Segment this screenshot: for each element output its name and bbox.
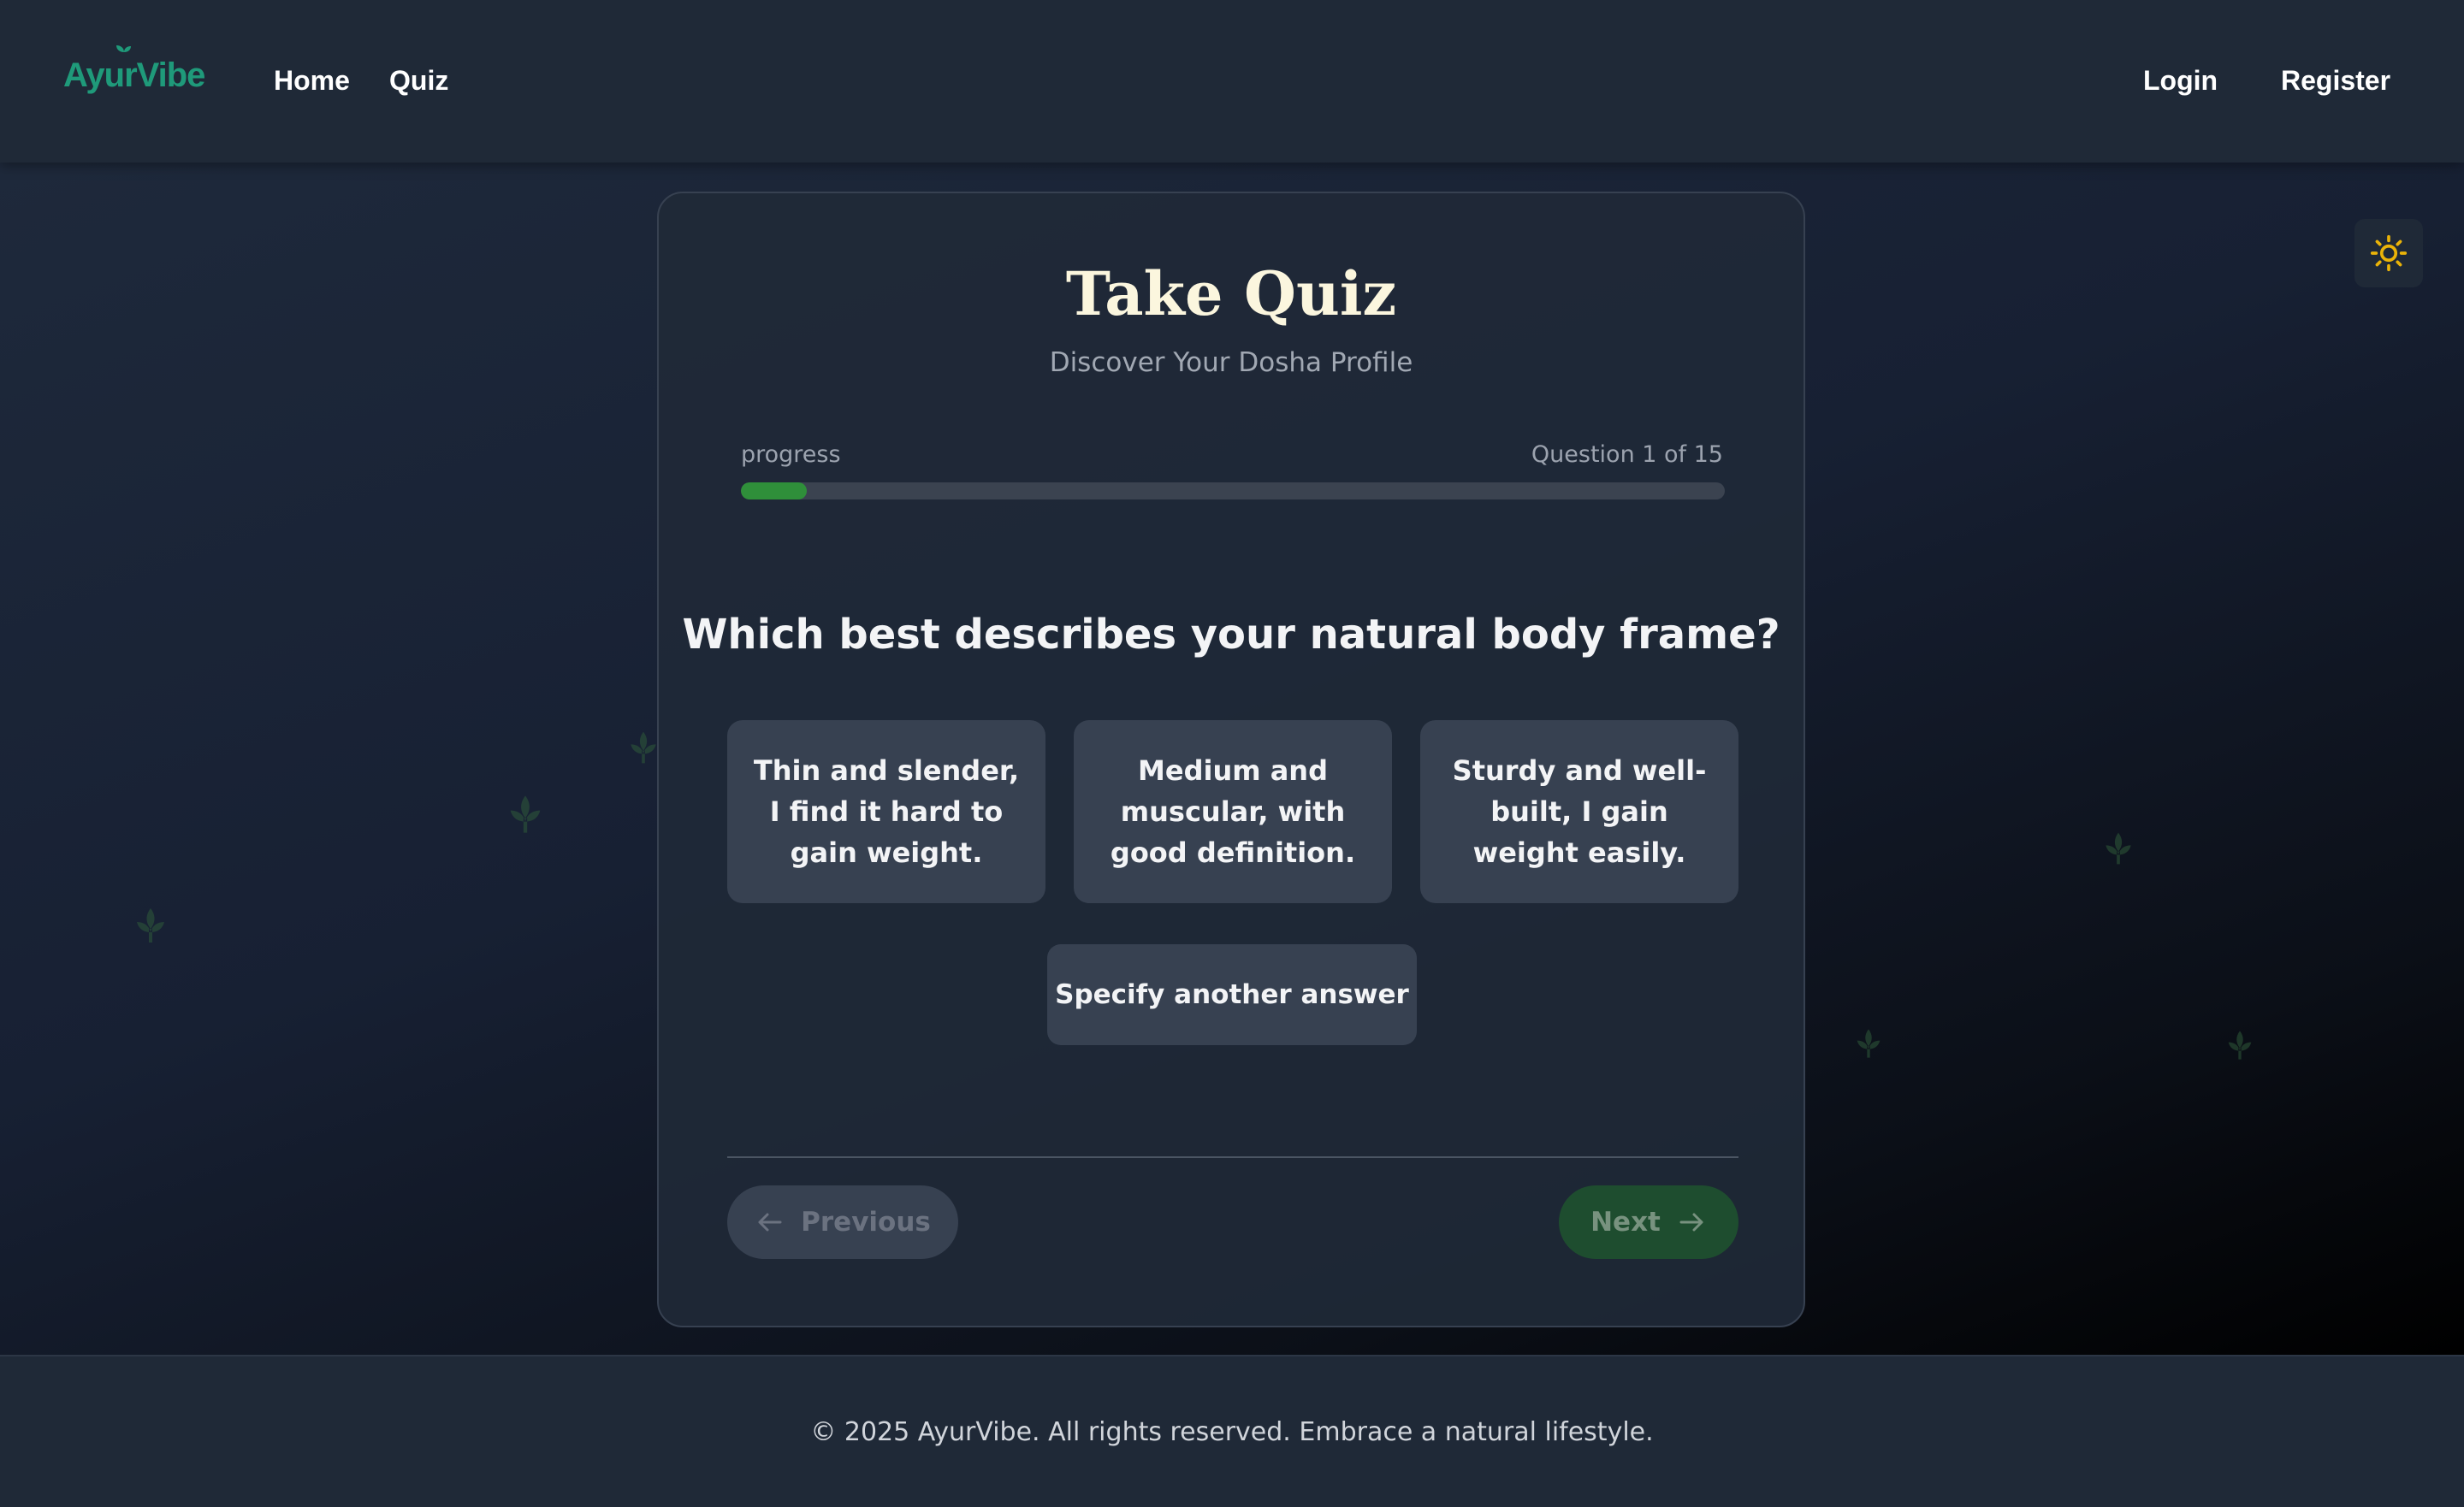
answer-option-2[interactable]: Medium and muscular, with good definitio… [1074, 720, 1392, 903]
previous-button-label: Previous [801, 1207, 931, 1238]
nav-home-link[interactable]: Home [274, 65, 350, 97]
sprout-icon [116, 45, 131, 60]
brand-name: AyurVibe [63, 56, 205, 94]
progress-bar [741, 482, 1725, 499]
brand-logo[interactable]: AyurVibe [63, 45, 205, 95]
leaf-decoration-icon [2106, 832, 2131, 865]
leaf-decoration-icon [1857, 1029, 1881, 1058]
nav-login-link[interactable]: Login [2143, 65, 2218, 97]
arrow-left-icon [758, 1213, 782, 1232]
question-text: Which best describes your natural body f… [682, 611, 1780, 659]
nav-quiz-link[interactable]: Quiz [389, 65, 448, 97]
leaf-decoration-icon [2228, 1031, 2252, 1060]
specify-other-answer-button[interactable]: Specify another answer [1047, 944, 1417, 1045]
question-counter: Question 1 of 15 [1531, 441, 1723, 468]
next-button[interactable]: Next [1559, 1185, 1738, 1259]
progress-label: progress [741, 441, 841, 468]
progress-bar-fill [741, 482, 807, 499]
nav-register-link[interactable]: Register [2281, 65, 2390, 97]
top-navbar: AyurVibe Home Quiz Login Register [0, 0, 2464, 163]
footer: © 2025 AyurVibe. All rights reserved. Em… [0, 1355, 2464, 1507]
page-subtitle: Discover Your Dosha Profile [1049, 347, 1413, 378]
quiz-card: Take Quiz Discover Your Dosha Profile pr… [657, 192, 1805, 1327]
arrow-right-icon [1679, 1213, 1703, 1232]
leaf-decoration-icon [137, 908, 164, 943]
divider [727, 1156, 1738, 1158]
page-title: Take Quiz [1065, 258, 1397, 329]
sun-icon [2370, 234, 2408, 272]
answer-option-3[interactable]: Sturdy and well-built, I gain weight eas… [1420, 720, 1738, 903]
theme-toggle-button[interactable] [2354, 219, 2423, 287]
previous-button[interactable]: Previous [727, 1185, 958, 1259]
answer-option-1[interactable]: Thin and slender, I find it hard to gain… [727, 720, 1045, 903]
next-button-label: Next [1590, 1207, 1661, 1238]
leaf-decoration-icon [510, 795, 541, 833]
copyright-text: © 2025 AyurVibe. All rights reserved. Em… [810, 1416, 1654, 1447]
